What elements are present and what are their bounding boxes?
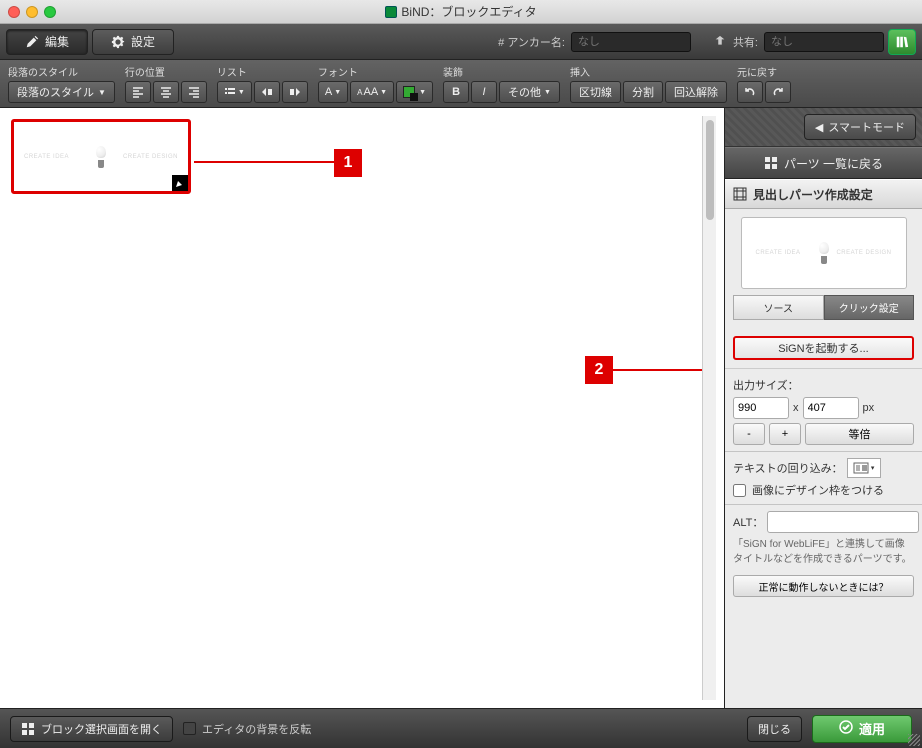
pencil-icon bbox=[25, 35, 39, 49]
other-decoration-button[interactable]: その他▼ bbox=[499, 81, 560, 103]
tab-edit[interactable]: 編集 bbox=[6, 29, 88, 55]
clear-float-button[interactable]: 回込解除 bbox=[665, 81, 727, 103]
output-height-input[interactable] bbox=[803, 397, 859, 419]
invert-bg-checkbox[interactable]: エディタの背景を反転 bbox=[183, 721, 311, 737]
app-icon bbox=[385, 6, 397, 18]
gear-icon bbox=[111, 35, 125, 49]
undo-button[interactable] bbox=[737, 81, 763, 103]
titlebar: BiND：ブロックエディタ bbox=[0, 0, 922, 24]
alt-label: ALT： bbox=[733, 514, 763, 530]
smart-mode-button[interactable]: ◀ スマートモード bbox=[804, 114, 916, 140]
align-center-button[interactable] bbox=[153, 81, 179, 103]
grid-icon bbox=[764, 156, 778, 170]
formatting-toolbar: 段落のスタイル 段落のスタイル ▼ 行の位置 リスト ▼ bbox=[0, 60, 922, 108]
library-button[interactable] bbox=[888, 29, 916, 55]
decoration-label: 装飾 bbox=[443, 64, 560, 79]
apply-button[interactable]: 適用 bbox=[812, 715, 912, 743]
insert-hr-button[interactable]: 区切線 bbox=[570, 81, 621, 103]
part-preview: CREATE IDEA CREATE DESIGN bbox=[741, 217, 907, 289]
preview-text-left: CREATE IDEA bbox=[24, 154, 69, 160]
size-increase-button[interactable]: + bbox=[769, 423, 801, 445]
line-position-label: 行の位置 bbox=[125, 64, 207, 79]
size-decrease-button[interactable]: - bbox=[733, 423, 765, 445]
tab-click-settings[interactable]: クリック設定 bbox=[824, 295, 915, 320]
share-input[interactable] bbox=[764, 32, 884, 52]
indent-button[interactable] bbox=[282, 81, 308, 103]
bold-button[interactable]: B bbox=[443, 81, 469, 103]
size-original-button[interactable]: 等倍 bbox=[805, 423, 914, 445]
check-icon bbox=[839, 720, 853, 737]
alt-input[interactable] bbox=[767, 511, 919, 533]
text-wrap-dropdown[interactable]: ▾ bbox=[847, 458, 881, 478]
window-title: BiND：ブロックエディタ bbox=[401, 3, 536, 20]
tab-source[interactable]: ソース bbox=[733, 295, 824, 320]
text-wrap-label: テキストの回り込み： bbox=[733, 460, 843, 476]
scrollbar-thumb[interactable] bbox=[706, 120, 714, 220]
arrow-left-icon: ◀ bbox=[815, 121, 823, 134]
resize-grip-icon[interactable] bbox=[908, 734, 920, 746]
paragraph-style-dropdown[interactable]: 段落のスタイル ▼ bbox=[8, 81, 115, 103]
paragraph-style-label: 段落のスタイル bbox=[8, 64, 115, 79]
anchor-input[interactable] bbox=[571, 32, 691, 52]
font-color-button[interactable]: ▼ bbox=[396, 81, 433, 103]
share-icon bbox=[713, 35, 727, 49]
font-family-button[interactable]: A▼ bbox=[318, 81, 348, 103]
list-label: リスト bbox=[217, 64, 308, 79]
callout-line-2 bbox=[613, 369, 709, 371]
side-panel: ◀ スマートモード パーツ 一覧に戻る 見出しパーツ作成設定 bbox=[724, 108, 922, 708]
color-swatch-icon bbox=[403, 86, 415, 98]
design-frame-label: 画像にデザイン枠をつける bbox=[752, 482, 884, 498]
launch-sign-button[interactable]: SiGNを起動する... bbox=[733, 336, 914, 360]
close-button[interactable]: 閉じる bbox=[747, 716, 802, 742]
tab-settings[interactable]: 設定 bbox=[92, 29, 174, 55]
editor-canvas[interactable]: CREATE IDEA CREATE DESIGN 1 2 bbox=[0, 108, 724, 708]
anchor-label: # アンカー名: bbox=[498, 34, 565, 50]
heading-part-block[interactable]: CREATE IDEA CREATE DESIGN bbox=[11, 119, 191, 194]
italic-button[interactable]: I bbox=[471, 81, 497, 103]
callout-badge-1: 1 bbox=[334, 149, 362, 177]
output-size-label: 出力サイズ： bbox=[733, 377, 914, 393]
preview-text-right: CREATE DESIGN bbox=[123, 154, 178, 160]
section-header: 見出しパーツ作成設定 bbox=[725, 179, 922, 209]
help-description: 「SiGN for WebLiFE」と連携して画像タイトルなどを作成できるパーツ… bbox=[733, 537, 914, 567]
troubleshoot-button[interactable]: 正常に動作しないときには？ bbox=[733, 575, 914, 597]
footer-bar: ブロック選択画面を開く エディタの背景を反転 閉じる 適用 bbox=[0, 708, 922, 748]
callout-badge-2: 2 bbox=[585, 356, 613, 384]
lightbulb-icon bbox=[817, 242, 831, 264]
font-label: フォント bbox=[318, 64, 433, 79]
chevron-down-icon: ▼ bbox=[98, 88, 106, 97]
undo-label: 元に戻す bbox=[737, 64, 791, 79]
redo-button[interactable] bbox=[765, 81, 791, 103]
grid-icon bbox=[21, 722, 35, 736]
share-label: 共有: bbox=[733, 34, 758, 50]
align-right-button[interactable] bbox=[181, 81, 207, 103]
lightbulb-icon bbox=[94, 146, 108, 168]
output-width-input[interactable] bbox=[733, 397, 789, 419]
design-frame-checkbox[interactable] bbox=[733, 484, 746, 497]
callout-line-1 bbox=[194, 161, 334, 163]
canvas-scrollbar[interactable] bbox=[702, 116, 716, 700]
insert-label: 挿入 bbox=[570, 64, 727, 79]
block-select-button[interactable]: ブロック選択画面を開く bbox=[10, 716, 173, 742]
parts-back-button[interactable]: パーツ 一覧に戻る bbox=[725, 147, 922, 179]
align-left-button[interactable] bbox=[125, 81, 151, 103]
film-icon bbox=[733, 187, 747, 201]
outdent-button[interactable] bbox=[254, 81, 280, 103]
main-tabbar: 編集 設定 # アンカー名: 共有: bbox=[0, 24, 922, 60]
font-size-button[interactable]: AAA▼ bbox=[350, 81, 394, 103]
edit-handle-icon[interactable] bbox=[172, 175, 188, 191]
bullet-list-button[interactable]: ▼ bbox=[217, 81, 252, 103]
insert-split-button[interactable]: 分割 bbox=[623, 81, 663, 103]
